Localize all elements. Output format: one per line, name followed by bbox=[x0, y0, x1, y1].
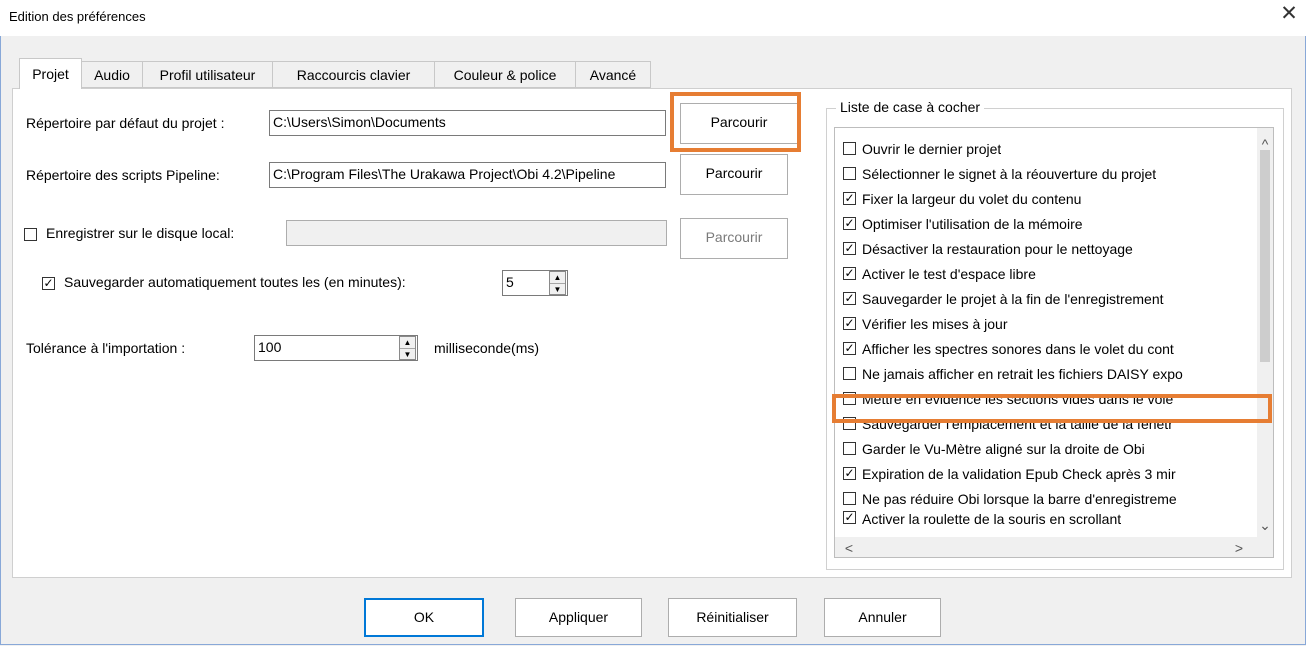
checkbox-item-7[interactable] bbox=[843, 317, 856, 330]
tab-audio[interactable]: Audio bbox=[81, 61, 143, 88]
autosave-stepper[interactable]: ▲ ▼ bbox=[549, 271, 566, 295]
checkbox-item-12[interactable] bbox=[843, 442, 856, 455]
import-tolerance-input[interactable]: 100 bbox=[254, 335, 418, 361]
local-disk-browse-button: Parcourir bbox=[680, 218, 788, 259]
checkbox-list-item[interactable]: Optimiser l'utilisation de la mémoire bbox=[835, 211, 1273, 236]
import-tolerance-label: Tolérance à l'importation : bbox=[26, 340, 186, 356]
checkbox-item-8[interactable] bbox=[843, 342, 856, 355]
pipeline-browse-button[interactable]: Parcourir bbox=[680, 154, 788, 195]
scroll-up-icon[interactable]: ^ bbox=[1257, 137, 1273, 151]
local-disk-checkbox[interactable] bbox=[24, 228, 37, 241]
tab-keyboard-shortcuts[interactable]: Raccourcis clavier bbox=[272, 61, 435, 88]
checkbox-item-15[interactable] bbox=[843, 511, 856, 524]
close-icon[interactable]: ✕ bbox=[1278, 3, 1300, 25]
tab-advanced[interactable]: Avancé bbox=[575, 61, 651, 88]
checkbox-list-title: Liste de case à cocher bbox=[836, 99, 985, 115]
checkbox-item-2[interactable] bbox=[843, 192, 856, 205]
tab-projet[interactable]: Projet bbox=[19, 58, 82, 89]
checkbox-list-item[interactable]: Garder le Vu-Mètre aligné sur la droite … bbox=[835, 436, 1273, 461]
list-horizontal-scrollbar[interactable] bbox=[835, 537, 1257, 557]
checkbox-item-5[interactable] bbox=[843, 267, 856, 280]
list-vertical-scroll-thumb[interactable] bbox=[1260, 150, 1270, 362]
cancel-button[interactable]: Annuler bbox=[824, 598, 941, 637]
checkbox-list-item[interactable]: Expiration de la validation Epub Check a… bbox=[835, 461, 1273, 486]
tab-color-font[interactable]: Couleur & police bbox=[434, 61, 576, 88]
checkbox-list-item[interactable]: Ne jamais afficher en retrait les fichie… bbox=[835, 361, 1273, 386]
checkbox-list-item[interactable]: Activer le test d'espace libre bbox=[835, 261, 1273, 286]
checkbox-item-11[interactable] bbox=[843, 417, 856, 430]
default-directory-browse-button[interactable]: Parcourir bbox=[680, 103, 798, 144]
checkbox-item-10[interactable] bbox=[843, 392, 856, 405]
autosave-checkbox[interactable] bbox=[42, 277, 55, 290]
checkbox-list-item[interactable]: Ouvrir le dernier projet bbox=[835, 136, 1273, 161]
pipeline-directory-input[interactable]: C:\Program Files\The Urakawa Project\Obi… bbox=[269, 162, 666, 188]
checkbox-list-item[interactable]: Sélectionner le signet à la réouverture … bbox=[835, 161, 1273, 186]
default-directory-input[interactable]: C:\Users\Simon\Documents bbox=[269, 110, 666, 136]
checkbox-list-item[interactable]: Vérifier les mises à jour bbox=[835, 311, 1273, 336]
scroll-left-icon[interactable]: < bbox=[843, 541, 855, 555]
reset-button[interactable]: Réinitialiser bbox=[668, 598, 797, 637]
checkbox-item-14[interactable] bbox=[843, 492, 856, 505]
apply-button[interactable]: Appliquer bbox=[515, 598, 642, 637]
default-directory-label: Répertoire par défaut du projet : bbox=[26, 115, 225, 131]
checkbox-item-13[interactable] bbox=[843, 467, 856, 480]
local-disk-input bbox=[286, 220, 667, 246]
checkbox-item-9[interactable] bbox=[843, 367, 856, 380]
checkbox-item-4[interactable] bbox=[843, 242, 856, 255]
import-tolerance-unit: milliseconde(ms) bbox=[434, 340, 540, 356]
scrollbar-corner bbox=[1257, 537, 1273, 557]
tab-user-profile[interactable]: Profil utilisateur bbox=[142, 61, 273, 88]
checkbox-list-item[interactable]: Désactiver la restauration pour le netto… bbox=[835, 236, 1273, 261]
ok-button[interactable]: OK bbox=[364, 598, 484, 637]
checkbox-item-0[interactable] bbox=[843, 142, 856, 155]
checkbox-list-item[interactable]: Mettre en évidence les sections vides da… bbox=[835, 386, 1273, 411]
checkbox-list-item[interactable]: Fixer la largeur du volet du contenu bbox=[835, 186, 1273, 211]
checkbox-item-1[interactable] bbox=[843, 167, 856, 180]
checkbox-item-6[interactable] bbox=[843, 292, 856, 305]
window-title: Edition des préférences bbox=[9, 9, 146, 24]
title-bar bbox=[0, 0, 1306, 36]
checkbox-item-3[interactable] bbox=[843, 217, 856, 230]
pipeline-directory-label: Répertoire des scripts Pipeline: bbox=[26, 167, 220, 183]
checkbox-list-item[interactable]: Ne pas réduire Obi lorsque la barre d'en… bbox=[835, 486, 1273, 511]
scroll-down-icon[interactable]: ⌄ bbox=[1257, 518, 1273, 532]
import-tolerance-stepper[interactable]: ▲ ▼ bbox=[399, 336, 416, 360]
local-disk-label: Enregistrer sur le disque local: bbox=[46, 225, 235, 241]
checkbox-list[interactable]: Ouvrir le dernier projet Sélectionner le… bbox=[834, 127, 1274, 558]
checkbox-list-item[interactable]: Activer la roulette de la souris en scro… bbox=[835, 511, 1273, 528]
checkbox-list-item[interactable]: Afficher les spectres sonores dans le vo… bbox=[835, 336, 1273, 361]
checkbox-list-item[interactable]: Sauvegarder le projet à la fin de l'enre… bbox=[835, 286, 1273, 311]
scroll-right-icon[interactable]: > bbox=[1233, 541, 1245, 555]
checkbox-list-item[interactable]: Sauvegarder l'emplacement et la taille d… bbox=[835, 411, 1273, 436]
autosave-label: Sauvegarder automatiquement toutes les (… bbox=[64, 274, 406, 290]
